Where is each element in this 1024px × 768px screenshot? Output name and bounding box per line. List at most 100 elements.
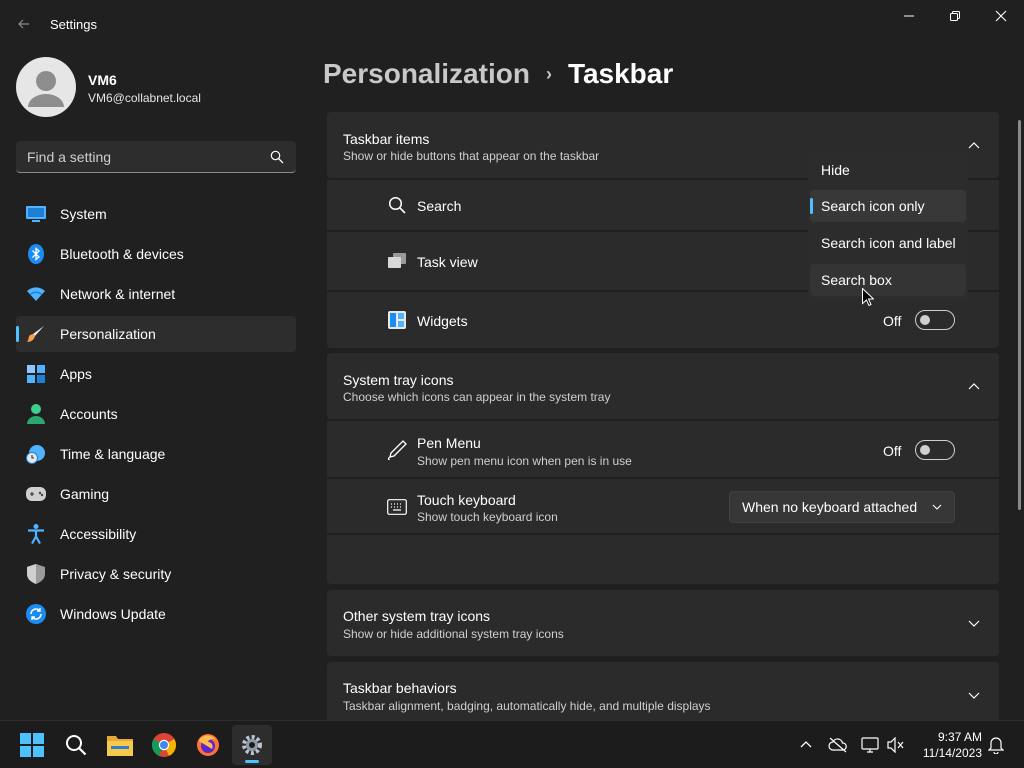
section-title: System tray icons xyxy=(343,372,454,388)
touch-keyboard-select[interactable]: When no keyboard attached xyxy=(729,491,955,523)
network-monitor-icon xyxy=(861,737,879,753)
accounts-icon xyxy=(26,404,46,424)
clock-date: 11/14/2023 xyxy=(922,746,982,760)
pen-menu-description: Show pen menu icon when pen is in use xyxy=(417,454,632,468)
sidebar-item-accounts[interactable]: Accounts xyxy=(16,396,296,432)
close-button[interactable] xyxy=(978,0,1024,32)
dropdown-option-hide[interactable]: Hide xyxy=(810,154,966,186)
minimize-icon xyxy=(904,15,914,17)
avatar[interactable] xyxy=(16,57,76,117)
widgets-toggle[interactable] xyxy=(915,310,955,330)
sidebar-item-label: Network & internet xyxy=(60,286,176,302)
onedrive-tray[interactable] xyxy=(828,735,848,755)
dropdown-option-search-icon-and-label[interactable]: Search icon and label xyxy=(810,227,966,259)
sidebar-item-windows-update[interactable]: Windows Update xyxy=(16,596,296,632)
show-hidden-icons-button[interactable] xyxy=(796,735,816,755)
pen-menu-row[interactable]: Pen Menu Show pen menu icon when pen is … xyxy=(327,421,999,477)
section-title: Taskbar items xyxy=(343,131,430,147)
dropdown-option-search-box[interactable]: Search box xyxy=(810,264,966,296)
user-silhouette-icon xyxy=(28,71,64,107)
file-explorer-button[interactable] xyxy=(100,725,140,765)
brush-icon xyxy=(26,324,46,344)
sidebar-item-system[interactable]: System xyxy=(16,196,296,232)
sidebar-item-time-language[interactable]: Time & language xyxy=(16,436,296,472)
network-tray[interactable] xyxy=(860,735,880,755)
firefox-button[interactable] xyxy=(188,725,228,765)
firefox-icon xyxy=(197,734,219,756)
minimize-button[interactable] xyxy=(886,0,932,32)
sidebar-item-accessibility[interactable]: Accessibility xyxy=(16,516,296,552)
mouse-cursor-icon xyxy=(862,288,874,306)
sidebar-item-apps[interactable]: Apps xyxy=(16,356,296,392)
dropdown-option-search-icon-only[interactable]: Search icon only xyxy=(810,190,966,222)
section-title: Taskbar behaviors xyxy=(343,680,457,696)
start-icon xyxy=(20,733,44,757)
keyboard-icon xyxy=(387,497,407,517)
bell-icon xyxy=(988,737,1004,754)
widgets-row-label: Widgets xyxy=(417,313,468,329)
search-input[interactable] xyxy=(16,141,256,172)
start-button[interactable] xyxy=(12,725,52,765)
content-scrollbar[interactable] xyxy=(1018,120,1021,510)
system-clock[interactable]: 9:37 AM 11/14/2023 xyxy=(916,729,982,761)
pen-menu-toggle[interactable] xyxy=(915,440,955,460)
search-mode-dropdown: Hide Search icon only Search icon and la… xyxy=(808,152,968,300)
back-button[interactable] xyxy=(12,12,36,36)
settings-icon xyxy=(242,735,262,755)
restore-button[interactable] xyxy=(932,0,978,32)
apps-icon xyxy=(26,364,46,384)
sidebar-item-gaming[interactable]: Gaming xyxy=(16,476,296,512)
sidebar-item-privacy[interactable]: Privacy & security xyxy=(16,556,296,592)
settings-button[interactable] xyxy=(232,725,272,765)
clock-globe-icon xyxy=(26,444,46,464)
sidebar-item-label: Gaming xyxy=(60,486,110,502)
touch-keyboard-description: Show touch keyboard icon xyxy=(417,510,558,524)
touch-keyboard-label: Touch keyboard xyxy=(417,492,516,508)
task-view-icon xyxy=(387,251,407,271)
gamepad-icon xyxy=(26,484,46,504)
chevron-down-icon[interactable] xyxy=(967,688,981,702)
cloud-offline-icon xyxy=(828,737,847,753)
chevron-down-icon[interactable] xyxy=(967,616,981,630)
chevron-up-icon xyxy=(800,741,812,748)
restore-icon xyxy=(950,11,960,21)
taskbar-search-button[interactable] xyxy=(56,725,96,765)
taskbar-behaviors-header[interactable]: Taskbar behaviors Taskbar alignment, bad… xyxy=(327,662,999,720)
system-tray-filler xyxy=(327,535,999,584)
sidebar-item-personalization[interactable]: Personalization xyxy=(16,316,296,352)
title-bar: Settings xyxy=(0,0,1024,48)
breadcrumb-parent[interactable]: Personalization xyxy=(323,58,530,90)
system-tray-header[interactable]: System tray icons Choose which icons can… xyxy=(327,353,999,419)
search-icon[interactable] xyxy=(270,150,284,164)
chevron-down-icon xyxy=(932,504,942,510)
sidebar-nav: System Bluetooth & devices Network & int… xyxy=(16,196,296,636)
search-icon xyxy=(387,195,407,215)
accessibility-icon xyxy=(26,524,46,544)
widgets-icon xyxy=(387,310,407,330)
windows-taskbar: 9:37 AM 11/14/2023 xyxy=(0,720,1024,768)
sidebar-item-label: Accounts xyxy=(60,406,118,422)
breadcrumb-separator: › xyxy=(545,63,552,84)
volume-tray[interactable] xyxy=(886,735,906,755)
sidebar-item-label: Accessibility xyxy=(60,526,137,542)
notifications-button[interactable] xyxy=(986,735,1006,755)
sidebar-item-label: Personalization xyxy=(60,326,156,342)
sidebar-item-label: Apps xyxy=(60,366,92,382)
chevron-up-icon[interactable] xyxy=(967,139,981,153)
chrome-icon xyxy=(152,733,176,757)
find-setting-box[interactable] xyxy=(16,141,296,173)
section-description: Choose which icons can appear in the sys… xyxy=(343,390,611,404)
sidebar-item-network[interactable]: Network & internet xyxy=(16,276,296,312)
chevron-up-icon[interactable] xyxy=(967,380,981,394)
chrome-button[interactable] xyxy=(144,725,184,765)
arrow-left-icon xyxy=(18,19,29,29)
pen-menu-label: Pen Menu xyxy=(417,435,481,451)
sidebar-item-label: Privacy & security xyxy=(60,566,172,582)
widgets-row[interactable]: Widgets Off xyxy=(327,292,999,348)
touch-keyboard-select-value: When no keyboard attached xyxy=(742,499,918,515)
pen-icon xyxy=(387,440,407,460)
sidebar-item-bluetooth[interactable]: Bluetooth & devices xyxy=(16,236,296,272)
sidebar-item-label: System xyxy=(60,206,107,222)
pen-menu-state-label: Off xyxy=(883,443,902,459)
other-tray-header[interactable]: Other system tray icons Show or hide add… xyxy=(327,590,999,656)
